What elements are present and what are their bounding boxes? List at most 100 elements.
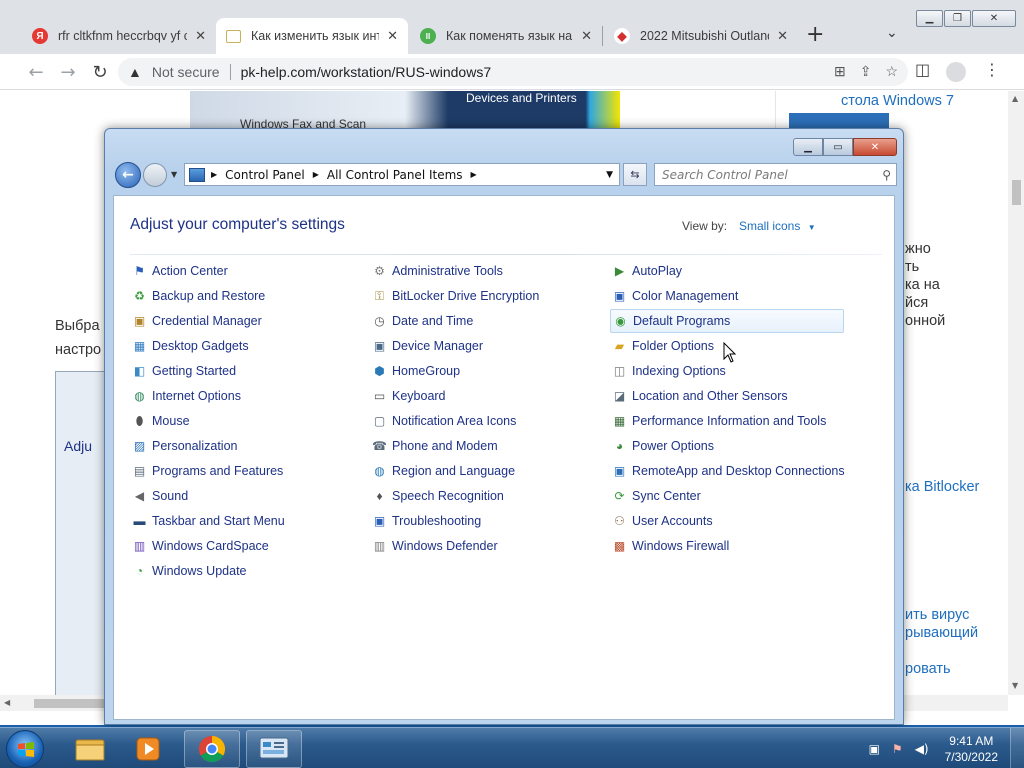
cp-item-label[interactable]: Mouse (152, 414, 190, 428)
side-panel-icon[interactable]: ◫ (915, 60, 930, 79)
minimize-button[interactable]: ▁ (916, 10, 943, 27)
scroll-up-arrow-icon[interactable]: ▲ (1012, 94, 1018, 103)
maximize-button[interactable]: ▭ (823, 138, 853, 156)
back-arrow-icon[interactable]: ← (24, 60, 48, 84)
view-by-value[interactable]: Small icons (739, 219, 800, 233)
translate-icon[interactable]: ⊞ (834, 63, 846, 80)
cp-item-windows-defender[interactable]: ▥ Windows Defender (370, 534, 498, 558)
cp-item-label[interactable]: Notification Area Icons (392, 414, 516, 428)
cp-item-label[interactable]: Desktop Gadgets (152, 339, 249, 353)
warning-icon[interactable]: ▲ (128, 64, 142, 80)
cp-item-device-manager[interactable]: ▣ Device Manager (370, 334, 483, 358)
sidebar-link[interactable]: ка Bitlocker (905, 479, 979, 495)
forward-arrow-icon[interactable] (143, 163, 167, 187)
cp-item-folder-options[interactable]: ▰ Folder Options (610, 334, 714, 358)
cp-item-date-and-time[interactable]: ◷ Date and Time (370, 309, 473, 333)
sidebar-link[interactable]: ровать (905, 661, 951, 677)
cp-item-color-management[interactable]: ▣ Color Management (610, 284, 738, 308)
cp-item-label[interactable]: Device Manager (392, 339, 483, 353)
cp-item-label[interactable]: BitLocker Drive Encryption (392, 289, 539, 303)
clock-time[interactable]: 9:41 AM (945, 733, 998, 749)
breadcrumb-all-items[interactable]: All Control Panel Items (327, 168, 463, 182)
explorer-taskbar-button[interactable] (62, 730, 118, 768)
cp-item-sound[interactable]: ◀ Sound (130, 484, 188, 508)
media-player-taskbar-button[interactable] (120, 730, 176, 768)
cp-item-mouse[interactable]: ⬮ Mouse (130, 409, 190, 433)
minimize-button[interactable]: ▁ (793, 138, 823, 156)
tab-4[interactable]: ◆ 2022 Mitsubishi Outland ✕ (604, 18, 798, 54)
cp-item-getting-started[interactable]: ◧ Getting Started (130, 359, 236, 383)
share-icon[interactable]: ⇪ (860, 63, 872, 80)
cp-item-label[interactable]: Sound (152, 489, 188, 503)
action-center-flag-icon[interactable]: ⚑ (892, 742, 903, 756)
kebab-menu-icon[interactable]: ⋮ (984, 60, 1000, 79)
cp-item-label[interactable]: Backup and Restore (152, 289, 265, 303)
tab-close-icon[interactable]: ✕ (777, 28, 788, 44)
cp-item-label[interactable]: Taskbar and Start Menu (152, 514, 285, 528)
breadcrumb-arrow-icon[interactable]: ▶ (313, 170, 319, 179)
cp-item-label[interactable]: Sync Center (632, 489, 701, 503)
cp-item-label[interactable]: Speech Recognition (392, 489, 504, 503)
sidebar-link[interactable]: стола Windows 7 (841, 93, 954, 109)
cp-item-indexing-options[interactable]: ◫ Indexing Options (610, 359, 726, 383)
cp-item-backup-and-restore[interactable]: ♻ Backup and Restore (130, 284, 265, 308)
clock[interactable]: 9:41 AM 7/30/2022 (945, 733, 998, 765)
scroll-down-arrow-icon[interactable]: ▼ (1012, 681, 1018, 690)
cp-item-windows-firewall[interactable]: ▩ Windows Firewall (610, 534, 729, 558)
tab-1[interactable]: Я rfr cltkfnm heccrbqv yf c ✕ (22, 18, 216, 54)
cp-item-label[interactable]: Getting Started (152, 364, 236, 378)
bookmark-star-icon[interactable]: ☆ (885, 63, 898, 80)
cp-item-label[interactable]: Indexing Options (632, 364, 726, 378)
scroll-thumb[interactable] (1012, 180, 1021, 205)
search-input[interactable]: Search Control Panel ⚲ (654, 163, 897, 186)
cp-item-desktop-gadgets[interactable]: ▦ Desktop Gadgets (130, 334, 249, 358)
security-label[interactable]: Not secure (152, 64, 220, 80)
sidebar-link[interactable]: ить вирус (905, 607, 969, 623)
vertical-scrollbar[interactable]: ▲ ▼ (1008, 91, 1024, 695)
search-placeholder[interactable]: Search Control Panel (662, 168, 788, 182)
cp-item-administrative-tools[interactable]: ⚙ Administrative Tools (370, 259, 503, 283)
cp-item-label[interactable]: Region and Language (392, 464, 515, 478)
chevron-down-icon[interactable]: ▼ (808, 223, 816, 232)
cp-item-label[interactable]: HomeGroup (392, 364, 460, 378)
cp-item-label[interactable]: Windows CardSpace (152, 539, 269, 553)
reload-icon[interactable]: ↻ (88, 60, 112, 84)
sidebar-link[interactable]: рывающий (905, 625, 978, 641)
cp-item-location-and-other-sensors[interactable]: ◪ Location and Other Sensors (610, 384, 788, 408)
cp-item-troubleshooting[interactable]: ▣ Troubleshooting (370, 509, 481, 533)
profile-avatar-icon[interactable] (946, 62, 966, 82)
cp-item-label[interactable]: Internet Options (152, 389, 241, 403)
cp-item-label[interactable]: Color Management (632, 289, 738, 303)
url-text[interactable]: pk-help.com/workstation/RUS-windows7 (241, 64, 492, 80)
cp-item-notification-area-icons[interactable]: ▢ Notification Area Icons (370, 409, 517, 433)
cp-item-label[interactable]: Folder Options (632, 339, 714, 353)
close-button[interactable]: ✕ (853, 138, 897, 156)
clock-date[interactable]: 7/30/2022 (945, 749, 998, 765)
cp-item-bitlocker-drive-encryption[interactable]: ⚿ BitLocker Drive Encryption (370, 284, 539, 308)
cp-item-label[interactable]: Performance Information and Tools (632, 414, 826, 428)
cp-item-remoteapp-and-desktop-connections[interactable]: ▣ RemoteApp and Desktop Connections (610, 459, 845, 483)
tab-close-icon[interactable]: ✕ (387, 28, 398, 44)
chevron-down-icon[interactable]: ⌄ (886, 25, 898, 41)
scroll-left-arrow-icon[interactable]: ◀ (4, 698, 10, 707)
cp-item-label[interactable]: AutoPlay (632, 264, 682, 278)
cp-item-user-accounts[interactable]: ⚇ User Accounts (610, 509, 713, 533)
show-desktop-button[interactable] (1010, 728, 1024, 768)
cp-item-label[interactable]: User Accounts (632, 514, 713, 528)
start-button[interactable] (6, 730, 44, 768)
tab-3[interactable]: II Как поменять язык на к ✕ (410, 18, 602, 54)
cp-item-sync-center[interactable]: ⟳ Sync Center (610, 484, 701, 508)
cp-item-label[interactable]: Windows Defender (392, 539, 498, 553)
recent-pages-dropdown-icon[interactable]: ▼ (171, 170, 177, 179)
cp-item-label[interactable]: Personalization (152, 439, 237, 453)
tab-2-active[interactable]: Как изменить язык инте ✕ (216, 18, 408, 54)
volume-icon[interactable]: ◀) (915, 742, 929, 756)
cp-item-label[interactable]: Windows Update (152, 564, 247, 578)
cp-item-internet-options[interactable]: ◍ Internet Options (130, 384, 241, 408)
address-bar[interactable]: ▶ Control Panel ▶ All Control Panel Item… (184, 163, 620, 186)
cp-item-label[interactable]: Action Center (152, 264, 228, 278)
refresh-icon[interactable]: ⇆ (623, 163, 647, 186)
cp-item-programs-and-features[interactable]: ▤ Programs and Features (130, 459, 283, 483)
search-icon[interactable]: ⚲ (882, 168, 891, 182)
cp-item-speech-recognition[interactable]: ♦ Speech Recognition (370, 484, 504, 508)
